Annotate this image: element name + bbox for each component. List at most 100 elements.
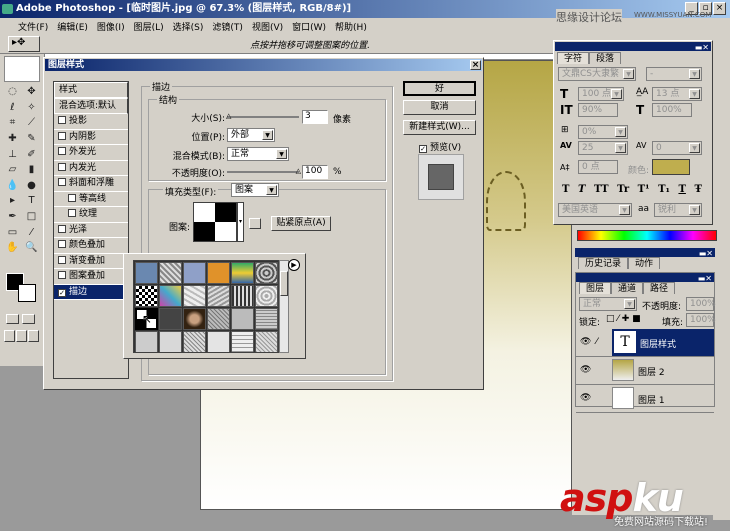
pattern-dropdown-arrow-icon[interactable]: ▾ [237,202,244,242]
style-item-inner-shadow[interactable]: 内阴影 [54,130,128,145]
type-tool-icon[interactable]: T [23,195,40,209]
menu-file[interactable]: 文件(F) [18,20,48,33]
slider-thumb-icon[interactable]: △ [296,167,301,175]
brush-tool-icon[interactable]: ✎ [23,133,40,147]
styles-header[interactable]: 样式 [54,82,128,98]
checkbox[interactable] [68,193,76,202]
eye-icon[interactable]: 👁 [580,393,591,403]
pattern-swatch[interactable] [135,262,158,284]
vertical-scale-input[interactable]: 90% [578,103,618,117]
pattern-swatch[interactable] [207,262,230,284]
pattern-swatch[interactable] [135,331,158,352]
jump-to-imageready-icon[interactable] [6,348,36,360]
standard-mode-icon[interactable] [6,314,19,324]
blend-mode-select[interactable]: 正常 ▼ [227,147,289,161]
checkbox[interactable] [58,147,66,155]
checkbox[interactable] [58,224,66,233]
checkbox[interactable] [58,131,66,140]
brush-link-icon[interactable]: ⁄ [596,337,598,347]
style-item-outer-glow[interactable]: 外发光 [54,145,128,161]
layer-row[interactable]: 👁 图层 1 [576,385,714,413]
pattern-swatch[interactable] [255,262,278,284]
pattern-swatch[interactable] [183,262,206,284]
lock-icons[interactable]: □ ⁄ ✚ ■ [606,314,641,324]
horizontal-scale-input[interactable]: 100% [652,103,692,117]
move-tool-preset-button[interactable]: ▸✥ [8,36,40,52]
menu-filter[interactable]: 滤镜(T) [212,20,243,33]
scrollbar-thumb[interactable] [280,271,288,296]
pattern-swatch[interactable] [135,285,158,307]
checkbox[interactable] [58,116,66,124]
quickmask-mode-icon[interactable] [22,314,35,324]
underline-button[interactable]: T [678,184,685,195]
checkbox[interactable] [58,255,66,264]
stamp-tool-icon[interactable]: ⊥ [4,149,21,163]
slider-thumb-icon[interactable]: △ [226,112,231,120]
checkbox[interactable] [58,271,66,279]
checkbox[interactable] [58,162,66,171]
opacity-input[interactable]: 100 [302,165,328,179]
font-size-select[interactable]: 100 点 ▼ [578,87,624,101]
slice-tool-icon[interactable]: ⟋ [23,117,40,131]
pattern-swatch[interactable] [183,331,206,352]
pattern-swatch[interactable] [207,285,230,307]
pattern-swatch[interactable] [231,285,254,307]
font-family-select[interactable]: 文鼎CS大隶繁 ▼ [558,67,636,81]
text-color-swatch[interactable] [652,159,690,175]
style-item-stroke[interactable]: ✓ 描边 [54,284,128,300]
panel-minimize-close-icon[interactable]: ▬✕ [699,249,713,258]
pattern-swatch[interactable] [231,331,254,352]
strikethrough-button[interactable]: Ŧ [694,184,701,195]
subscript-button[interactable]: T₁ [658,184,670,195]
style-item-contour[interactable]: 等高线 [54,192,128,207]
pattern-swatch[interactable] [183,308,206,330]
cancel-button[interactable]: 取消 [403,100,476,115]
new-style-button[interactable]: 新建样式(W)... [403,120,476,135]
snap-to-origin-button[interactable]: 贴紧原点(A) [271,216,331,231]
shape-tool-icon[interactable]: □ [23,211,40,225]
hand-tool-icon[interactable]: ✋ [4,242,21,256]
tab-paragraph[interactable]: 段落 [589,52,622,64]
history-brush-icon[interactable]: ✐ [23,149,40,163]
blending-options-item[interactable]: 混合选项:默认 [54,98,128,114]
notes-tool-icon[interactable]: ▭ [4,227,21,241]
checkbox-checked[interactable]: ✓ [419,145,427,153]
marquee-tool-icon[interactable]: ◌ [4,86,21,100]
screen-mode-2-icon[interactable] [16,330,27,342]
color-spectrum[interactable] [577,230,717,241]
panel-minimize-close-icon[interactable]: ▬✕ [695,43,709,52]
popup-menu-arrow-icon[interactable]: ▶ [288,259,300,271]
pattern-swatch[interactable] [255,331,278,352]
preview-checkbox[interactable]: ✓ 预览(V) [419,140,461,153]
eye-icon[interactable]: 👁 [580,365,591,375]
blur-tool-icon[interactable]: 💧 [4,180,21,194]
layer-row[interactable]: 👁 ⁄ T 图层样式 [576,329,714,357]
font-style-select[interactable]: - ▼ [646,67,702,81]
dodge-tool-icon[interactable]: ● [23,180,40,194]
pattern-swatch[interactable] [255,285,278,307]
pattern-swatch[interactable] [183,285,206,307]
menu-window[interactable]: 窗口(W) [292,20,326,33]
menu-edit[interactable]: 编辑(E) [57,20,88,33]
fill-input[interactable]: 100% [686,313,716,327]
dialog-close-button[interactable]: × [470,60,481,70]
position-select[interactable]: 外部 ▼ [227,128,275,142]
close-button[interactable]: × [713,2,726,15]
crop-tool-icon[interactable]: ⌗ [4,117,21,131]
kerning-select[interactable]: 0 ▼ [652,141,702,155]
faux-bold-button[interactable]: T [562,184,569,195]
healing-tool-icon[interactable]: ✚ [4,133,21,147]
gradient-tool-icon[interactable]: ▮ [23,164,40,178]
layer-opacity-input[interactable]: 100% [686,297,716,311]
eyedropper-icon[interactable]: ⁄ [23,227,40,241]
pattern-swatch[interactable] [159,331,182,352]
move-tool-icon[interactable]: ✥ [23,86,40,100]
lasso-tool-icon[interactable]: ℓ [4,102,21,116]
pattern-swatch[interactable] [159,308,182,330]
panel-minimize-close-icon[interactable]: ▬✕ [698,274,712,283]
style-item-pattern-overlay[interactable]: 图案叠加 [54,269,128,285]
menu-select[interactable]: 选择(S) [173,20,204,33]
language-select[interactable]: 美国英语 ▼ [558,203,632,217]
faux-italic-button[interactable]: T [578,184,585,195]
pattern-swatch[interactable] [231,308,254,330]
